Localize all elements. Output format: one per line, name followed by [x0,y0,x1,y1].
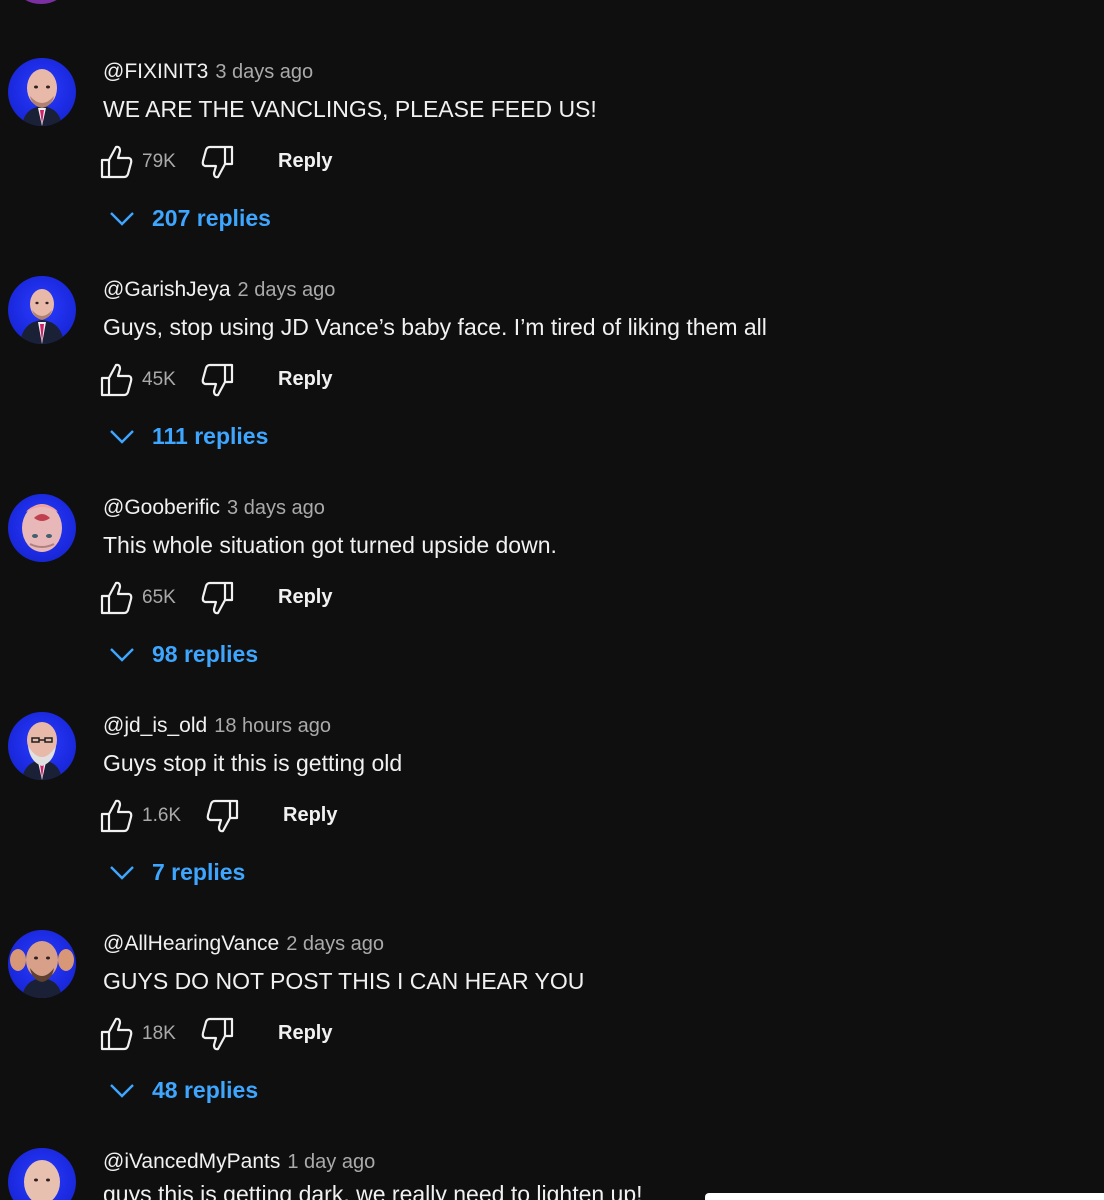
comment-text: guys this is getting dark, we really nee… [103,1181,643,1200]
dislike-button[interactable] [200,362,236,398]
thumbs-down-icon [201,1017,234,1051]
replies-count: 207 replies [152,204,271,231]
comment-author[interactable]: @jd_is_old [103,714,207,738]
comment-text: GUYS DO NOT POST THIS I CAN HEAR YOU [103,968,585,994]
chevron-down-icon [110,1084,134,1098]
dislike-button[interactable] [200,144,236,180]
avatar-image [24,1160,60,1200]
view-replies-button[interactable]: 48 replies [108,1072,258,1108]
avatar-image [22,504,62,552]
reply-button[interactable]: Reply [278,1022,332,1045]
thumbs-down-icon [206,799,239,833]
comment-thread: @AllHearingVance 2 days ago GUYS DO NOT … [0,930,1104,1148]
comment-header: @AllHearingVance 2 days ago [103,932,384,960]
like-count: 65K [142,587,176,608]
comment-header: @GarishJeya 2 days ago [103,278,335,306]
avatar[interactable] [8,494,76,562]
thumbs-up-icon [100,581,133,615]
dislike-button[interactable] [200,580,236,616]
comment-text: WE ARE THE VANCLINGS, PLEASE FEED US! [103,96,597,122]
bottom-sheet-handle[interactable] [705,1193,1104,1200]
like-count: 79K [142,151,176,172]
dislike-button[interactable] [200,1016,236,1052]
comment-author[interactable]: @iVancedMyPants [103,1150,280,1174]
comment-timestamp[interactable]: 18 hours ago [214,715,331,738]
replies-count: 98 replies [152,640,259,667]
comment-author[interactable]: @GarishJeya [103,278,231,302]
chevron-down-icon [110,648,134,662]
replies-count: 48 replies [152,1076,259,1103]
comment-header: @FIXINIT3 3 days ago [103,60,313,88]
avatar-image [22,722,62,780]
chevron-down-icon [110,212,134,226]
reply-button[interactable]: Reply [278,586,332,609]
comment-timestamp[interactable]: 2 days ago [238,279,336,302]
reply-button[interactable]: Reply [278,150,332,173]
comment-timestamp[interactable]: 3 days ago [215,61,313,84]
thumbs-down-icon [201,581,234,615]
view-replies-button[interactable]: 111 replies [108,418,268,454]
comment-thread: @jd_is_old 18 hours ago Guys stop it thi… [0,712,1104,930]
thumbs-up-icon [100,1017,133,1051]
like-count: 18K [142,1023,176,1044]
like-button[interactable] [100,580,134,616]
replies-count: 111 replies [152,422,269,449]
avatar[interactable] [8,1148,76,1200]
avatar-image [20,289,64,344]
avatar[interactable] [18,0,64,4]
comment-author[interactable]: @Gooberific [103,496,220,520]
comments-page: @FIXINIT3 3 days ago WE ARE THE VANCLING… [0,0,1104,1200]
avatar[interactable] [8,712,76,780]
comment-thread: @Gooberific 3 days ago This whole situat… [0,494,1104,712]
comment-header: @jd_is_old 18 hours ago [103,714,331,742]
thumbs-up-icon [100,145,133,179]
thumbs-down-icon [201,145,234,179]
view-replies-button[interactable]: 207 replies [108,200,271,236]
chevron-down-icon [110,866,134,880]
view-replies-button[interactable]: 98 replies [108,636,258,672]
comment-text: Guys stop it this is getting old [103,750,403,776]
comment-text: Guys, stop using JD Vance’s baby face. I… [103,314,767,340]
comment-header: @iVancedMyPants 1 day ago [103,1150,375,1178]
avatar-image [10,941,74,998]
like-count: 1.6K [142,805,182,826]
like-count: 45K [142,369,176,390]
view-replies-button[interactable]: 7 replies [108,854,245,890]
like-button[interactable] [100,144,134,180]
like-button[interactable] [100,362,134,398]
avatar-image [22,69,62,126]
comment-text: This whole situation got turned upside d… [103,532,557,558]
thumbs-up-icon [100,363,133,397]
replies-count: 7 replies [152,858,246,885]
comment-author[interactable]: @FIXINIT3 [103,60,208,84]
avatar[interactable] [8,58,76,126]
like-button[interactable] [100,798,134,834]
thumbs-down-icon [201,363,234,397]
dislike-button[interactable] [205,798,241,834]
comment-header: @Gooberific 3 days ago [103,496,325,524]
avatar[interactable] [8,276,76,344]
comment-timestamp[interactable]: 1 day ago [287,1151,375,1174]
comment-author[interactable]: @AllHearingVance [103,932,279,956]
avatar[interactable] [8,930,76,998]
comment-timestamp[interactable]: 3 days ago [227,497,325,520]
comment-thread: @GarishJeya 2 days ago Guys, stop using … [0,276,1104,494]
reply-button[interactable]: Reply [278,368,332,391]
reply-button[interactable]: Reply [283,804,337,827]
comment-timestamp[interactable]: 2 days ago [286,933,384,956]
thumbs-up-icon [100,799,133,833]
like-button[interactable] [100,1016,134,1052]
chevron-down-icon [110,430,134,444]
comment-thread: @FIXINIT3 3 days ago WE ARE THE VANCLING… [0,58,1104,276]
